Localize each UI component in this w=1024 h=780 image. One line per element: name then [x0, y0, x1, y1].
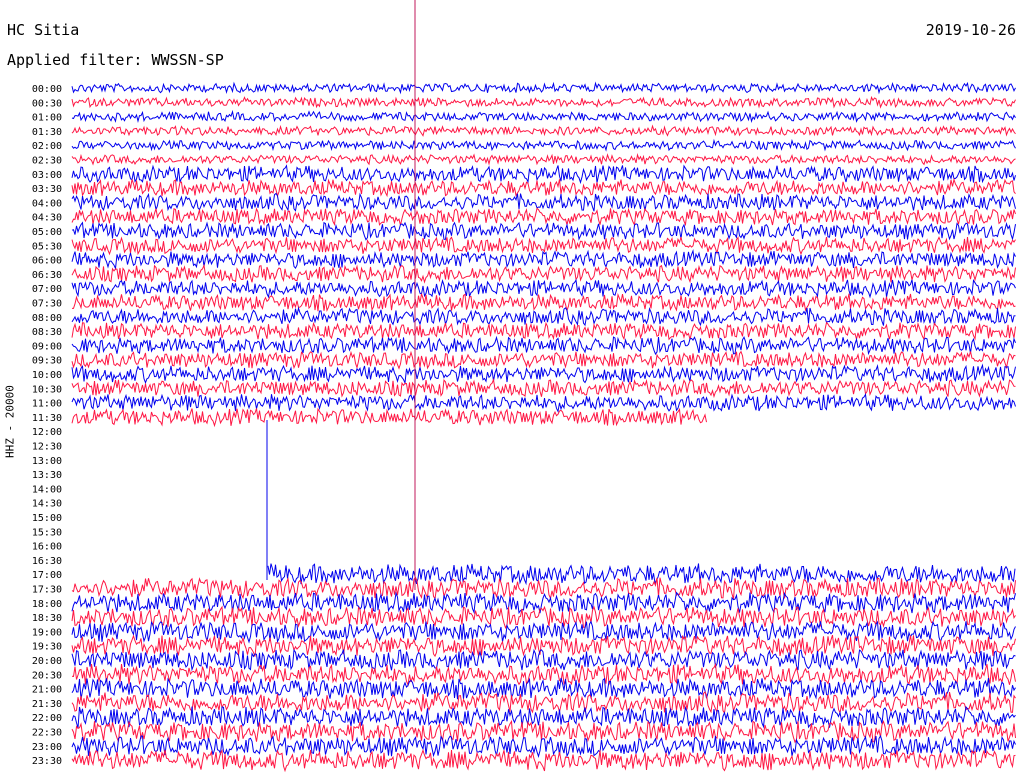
trace-row	[71, 321, 1016, 341]
trace-row	[71, 138, 1016, 152]
row-time-label: 05:30	[32, 241, 62, 252]
trace-row	[71, 95, 1016, 109]
row-time-label: 01:00	[32, 113, 62, 124]
row-time-label: 07:30	[32, 299, 62, 310]
trace-row	[71, 378, 1016, 399]
row-time-label: 10:00	[32, 370, 62, 381]
trace-row	[71, 278, 1016, 299]
row-time-label: 23:00	[32, 742, 62, 753]
row-time-label: 05:00	[32, 227, 62, 238]
row-time-label: 13:00	[32, 456, 62, 467]
row-time-label: 11:30	[32, 413, 62, 424]
row-time-label: 03:00	[32, 170, 62, 181]
trace-row	[71, 648, 1016, 672]
trace-row	[71, 350, 1016, 370]
row-time-label: 06:30	[32, 270, 62, 281]
row-time-label: 16:30	[32, 556, 62, 567]
row-time-label: 22:00	[32, 713, 62, 724]
trace-row	[71, 306, 1016, 327]
trace-row	[71, 177, 1016, 198]
row-time-label: 12:00	[32, 427, 62, 438]
row-time-label: 21:00	[32, 685, 62, 696]
trace-row	[71, 124, 1016, 137]
trace-row	[72, 292, 1016, 313]
row-time-label: 18:30	[32, 613, 62, 624]
trace-row	[71, 393, 1016, 413]
trace-row	[71, 109, 1016, 124]
trace-row	[71, 236, 1016, 256]
row-time-label: 03:30	[32, 184, 62, 195]
row-time-label: 15:00	[32, 513, 62, 524]
row-time-label: 20:30	[32, 670, 62, 681]
trace-row	[71, 363, 1016, 385]
row-time-label: 20:00	[32, 656, 62, 667]
trace-row	[71, 263, 1016, 284]
row-time-label: 12:30	[32, 442, 62, 453]
helicorder-plot: 00:00 00:30 01:00 01:30 02:00 02:30 03:00 03:30…	[32, 0, 1016, 773]
row-time-label: 11:00	[32, 399, 62, 410]
trace-row	[71, 81, 1016, 95]
row-time-label: 19:00	[32, 627, 62, 638]
row-time-label: 13:30	[32, 470, 62, 481]
row-time-label: 04:00	[32, 198, 62, 209]
trace-row	[71, 662, 1016, 687]
trace-row	[71, 221, 1016, 241]
row-time-label: 08:30	[32, 327, 62, 338]
row-time-label: 17:30	[32, 585, 62, 596]
row-time-label: 06:00	[32, 256, 62, 267]
trace-row	[71, 164, 1016, 185]
trace-row	[71, 407, 707, 428]
trace-row	[71, 335, 1016, 356]
row-time-label: 18:00	[32, 599, 62, 610]
row-time-label: 17:00	[32, 570, 62, 581]
trace-row	[71, 734, 1016, 759]
row-time-label: 07:00	[32, 284, 62, 295]
row-time-label: 23:30	[32, 756, 62, 767]
row-time-label: 02:00	[32, 141, 62, 152]
trace-row	[71, 634, 1016, 658]
row-time-label: 21:30	[32, 699, 62, 710]
trace-row	[71, 192, 1016, 212]
row-time-label: 08:00	[32, 313, 62, 324]
row-time-label: 02:30	[32, 156, 62, 167]
row-time-label: 10:30	[32, 384, 62, 395]
trace-row	[267, 563, 1016, 586]
row-time-label: 14:30	[32, 499, 62, 510]
row-time-label: 15:30	[32, 527, 62, 538]
row-time-label: 16:00	[32, 542, 62, 553]
row-time-label: 09:00	[32, 341, 62, 352]
trace-row	[71, 207, 1016, 227]
trace-row	[71, 248, 1016, 271]
row-time-label: 00:30	[32, 98, 62, 109]
row-time-label: 09:30	[32, 356, 62, 367]
row-time-label: 00:00	[32, 84, 62, 95]
row-time-label: 01:30	[32, 127, 62, 138]
trace-row	[71, 152, 1016, 166]
row-time-label: 14:00	[32, 484, 62, 495]
row-time-label: 19:30	[32, 642, 62, 653]
row-time-label: 22:30	[32, 728, 62, 739]
row-time-label: 04:30	[32, 213, 62, 224]
